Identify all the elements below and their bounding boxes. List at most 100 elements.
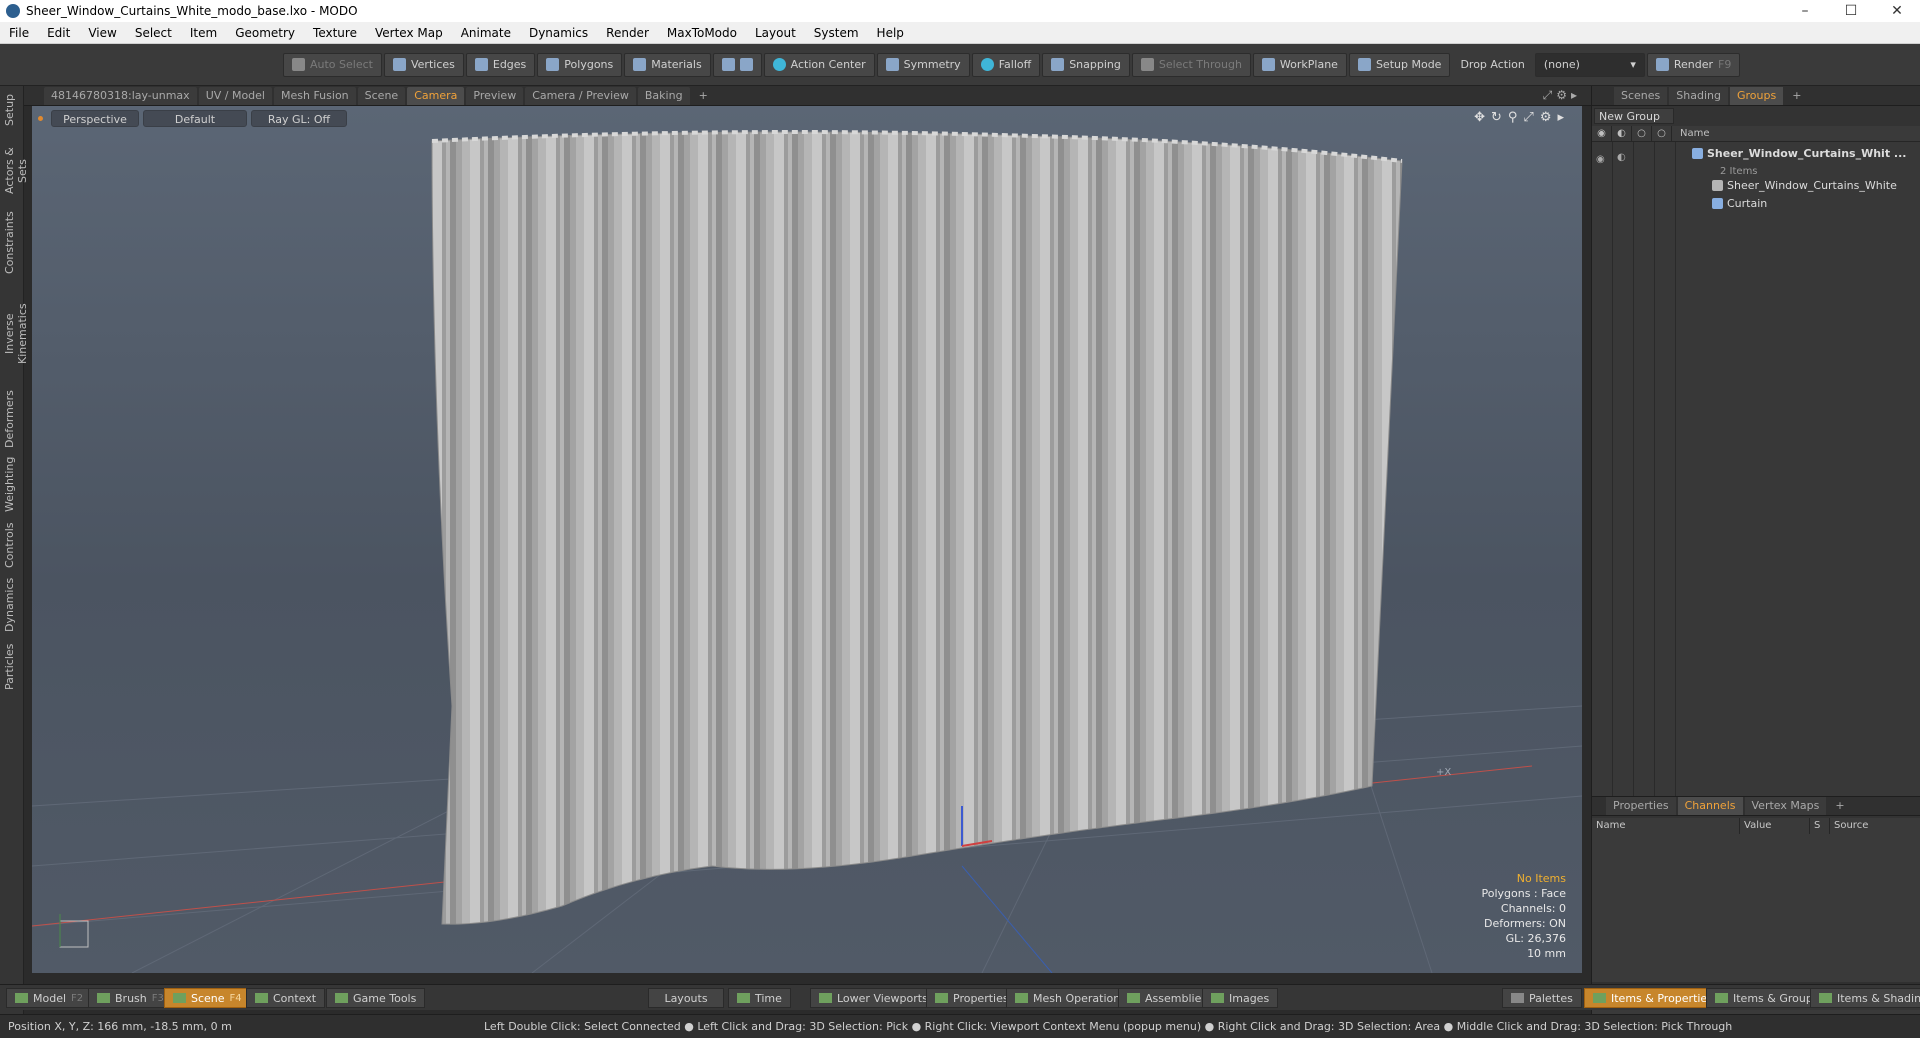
rail-tab-actors-sets[interactable]: Actors & Sets bbox=[3, 138, 29, 204]
images-button[interactable]: Images bbox=[1202, 988, 1279, 1008]
tab-vertex-maps[interactable]: Vertex Maps bbox=[1744, 797, 1827, 815]
symmetry-button[interactable]: Symmetry bbox=[876, 52, 970, 77]
tab-shading[interactable]: Shading bbox=[1669, 86, 1728, 105]
tab-camera[interactable]: Camera bbox=[407, 86, 465, 105]
game-tools-button[interactable]: Game Tools bbox=[326, 988, 426, 1008]
menu-system[interactable]: System bbox=[805, 22, 868, 44]
images-icon bbox=[1211, 993, 1224, 1003]
close-icon[interactable]: ✕ bbox=[1874, 0, 1920, 22]
rail-tab-constraints[interactable]: Constraints bbox=[3, 211, 21, 274]
3d-viewport[interactable]: Perspective Default Ray GL: Off ✥ ↻ ⚲ ⤢ … bbox=[32, 106, 1582, 973]
viewport-gear-icon[interactable]: ⚙ bbox=[1540, 110, 1552, 125]
context-button[interactable]: Context bbox=[246, 988, 326, 1008]
tab-channels[interactable]: Channels bbox=[1677, 797, 1743, 815]
shading-style-dropdown[interactable]: Default bbox=[143, 109, 247, 127]
add-tab-button[interactable]: + bbox=[692, 87, 715, 105]
projection-dropdown[interactable]: Perspective bbox=[51, 109, 139, 127]
render-icon bbox=[1655, 58, 1669, 71]
falloff-button[interactable]: Falloff bbox=[971, 52, 1041, 77]
add-panel-tab-button[interactable]: + bbox=[1785, 87, 1808, 105]
rail-tab-particles[interactable]: Particles bbox=[3, 642, 21, 692]
menu-texture[interactable]: Texture bbox=[304, 22, 366, 44]
maximize-icon[interactable]: ☐ bbox=[1828, 0, 1874, 22]
menu-maxtomodo[interactable]: MaxToModo bbox=[658, 22, 746, 44]
menu-animate[interactable]: Animate bbox=[452, 22, 520, 44]
menu-vertex-map[interactable]: Vertex Map bbox=[366, 22, 452, 44]
rail-tab-setup[interactable]: Setup bbox=[3, 90, 21, 130]
minimize-icon[interactable]: – bbox=[1782, 0, 1828, 22]
tab-properties[interactable]: Properties bbox=[1606, 797, 1676, 815]
edges-button[interactable]: Edges bbox=[465, 52, 536, 77]
tab-scene[interactable]: Scene bbox=[357, 86, 406, 105]
tab-scenes[interactable]: Scenes bbox=[1614, 86, 1668, 105]
rail-tab-controls[interactable]: Controls bbox=[3, 522, 21, 568]
mesh-operations-button[interactable]: Mesh Operations bbox=[1006, 988, 1135, 1008]
render-button[interactable]: Render F9 bbox=[1646, 52, 1741, 77]
materials-button[interactable]: Materials bbox=[624, 52, 711, 77]
menu-view[interactable]: View bbox=[79, 22, 125, 44]
render-toggle-icon[interactable]: ◐ bbox=[1612, 126, 1632, 141]
rail-tab-deformers[interactable]: Deformers bbox=[3, 390, 21, 448]
lower-viewports-button[interactable]: Lower Viewports bbox=[810, 988, 937, 1008]
layouts-button[interactable]: Layouts bbox=[648, 988, 724, 1008]
menu-edit[interactable]: Edit bbox=[38, 22, 79, 44]
workplane-button[interactable]: WorkPlane bbox=[1252, 52, 1347, 77]
items-shading-button[interactable]: Items & Shading bbox=[1810, 988, 1920, 1008]
setup-mode-button[interactable]: Setup Mode bbox=[1348, 52, 1451, 77]
tab-baking[interactable]: Baking bbox=[637, 86, 690, 105]
rail-tab-dynamics[interactable]: Dynamics bbox=[3, 578, 21, 632]
vertices-button[interactable]: Vertices bbox=[383, 52, 464, 77]
model-layout-button[interactable]: Model F2 bbox=[6, 988, 93, 1008]
menu-item[interactable]: Item bbox=[181, 22, 226, 44]
pan-icon[interactable]: ✥ bbox=[1474, 110, 1485, 125]
menu-geometry[interactable]: Geometry bbox=[226, 22, 304, 44]
selectable-icon[interactable]: ○ bbox=[1652, 126, 1672, 141]
visibility-eye-icon[interactable]: ◉ bbox=[1592, 126, 1612, 141]
group-row-root[interactable]: Sheer_Window_Curtains_Whit ... bbox=[1692, 144, 1906, 162]
menu-help[interactable]: Help bbox=[868, 22, 913, 44]
menu-file[interactable]: File bbox=[0, 22, 38, 44]
scene-layout-button[interactable]: Scene F4 bbox=[164, 988, 251, 1008]
menu-render[interactable]: Render bbox=[597, 22, 658, 44]
tab-layout-unmax[interactable]: 48146780318:lay-unmax bbox=[44, 86, 197, 105]
select-through-button[interactable]: Select Through bbox=[1131, 52, 1251, 77]
menu-layout[interactable]: Layout bbox=[746, 22, 805, 44]
tab-mesh-fusion[interactable]: Mesh Fusion bbox=[274, 86, 356, 105]
brush-layout-button[interactable]: Brush F3 bbox=[88, 988, 173, 1008]
raygl-toggle[interactable]: Ray GL: Off bbox=[251, 109, 347, 127]
menu-dynamics[interactable]: Dynamics bbox=[520, 22, 597, 44]
action-center-button[interactable]: Action Center bbox=[763, 52, 875, 77]
snapping-button[interactable]: Snapping bbox=[1042, 52, 1130, 77]
tab-camera-preview[interactable]: Camera / Preview bbox=[525, 86, 636, 105]
properties-button[interactable]: Properties bbox=[926, 988, 1018, 1008]
drop-action-select[interactable]: (none) ▾ bbox=[1534, 52, 1645, 77]
selection-mode-icon-button[interactable] bbox=[712, 52, 762, 77]
add-channel-tab-button[interactable]: + bbox=[1828, 797, 1851, 815]
maximize-viewport-icon[interactable]: ⤢ bbox=[1523, 110, 1533, 125]
rail-tab-inverse-kinematics[interactable]: Inverse Kinematics bbox=[3, 284, 29, 384]
menu-select[interactable]: Select bbox=[126, 22, 181, 44]
viewport-expand-gear-icons[interactable]: ⤢⚙▸ bbox=[1543, 88, 1581, 103]
tab-groups[interactable]: Groups bbox=[1729, 86, 1784, 105]
new-group-button[interactable]: New Group bbox=[1594, 108, 1674, 124]
row-eye-icon[interactable]: ◉ bbox=[1596, 154, 1606, 165]
menu-bar: File Edit View Select Item Geometry Text… bbox=[0, 22, 1920, 44]
palettes-button[interactable]: Palettes bbox=[1502, 988, 1582, 1008]
time-button[interactable]: Time bbox=[728, 988, 791, 1008]
lock-icon[interactable]: ○ bbox=[1632, 126, 1652, 141]
group-child-material[interactable]: Curtain bbox=[1712, 194, 1767, 212]
tab-preview[interactable]: Preview bbox=[466, 86, 524, 105]
items-properties-button[interactable]: Items & Properties bbox=[1584, 988, 1722, 1008]
zoom-icon[interactable]: ⚲ bbox=[1508, 110, 1518, 125]
auto-select-button[interactable]: Auto Select bbox=[283, 52, 382, 77]
group-child-mesh[interactable]: Sheer_Window_Curtains_White bbox=[1712, 176, 1897, 194]
viewport-options-dot-icon[interactable] bbox=[38, 115, 43, 121]
tab-uv-model[interactable]: UV / Model bbox=[198, 86, 272, 105]
orbit-icon[interactable]: ↻ bbox=[1491, 110, 1502, 125]
rail-tab-weighting[interactable]: Weighting bbox=[3, 457, 21, 512]
lower-viewports-icon bbox=[819, 993, 832, 1003]
viewport-more-icon[interactable]: ▸ bbox=[1557, 110, 1564, 125]
row-render-icon[interactable]: ◐ bbox=[1617, 152, 1626, 163]
groups-tree[interactable]: Sheer_Window_Curtains_Whit ... 2 Items ◉… bbox=[1592, 142, 1920, 802]
polygons-button[interactable]: Polygons bbox=[537, 52, 623, 77]
